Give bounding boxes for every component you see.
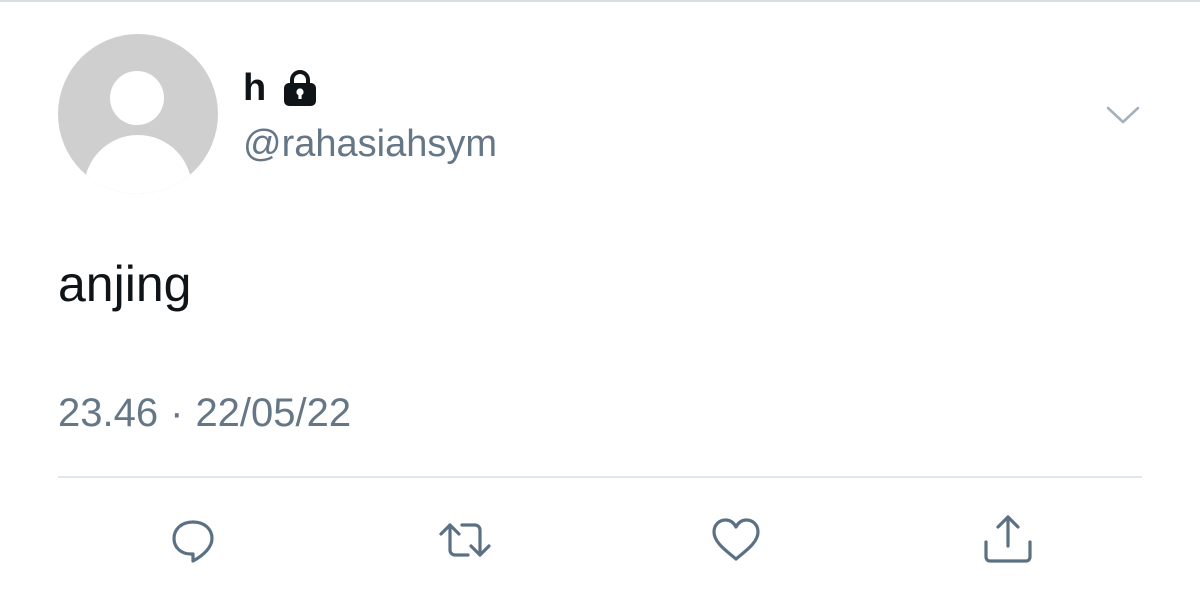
reply-button[interactable] (165, 512, 221, 568)
retweet-button[interactable] (437, 512, 493, 568)
avatar-head-shape (110, 71, 164, 125)
avatar-body-shape (84, 135, 192, 194)
tweet-text: anjing (58, 256, 192, 312)
reply-icon (172, 520, 214, 563)
lock-icon (280, 68, 320, 108)
share-button[interactable] (980, 512, 1036, 568)
tweet-time: 23.46 (58, 391, 159, 435)
retweet-icon (439, 523, 491, 557)
display-name[interactable]: h (243, 64, 266, 112)
like-icon (712, 518, 760, 561)
tweet-timestamp[interactable]: 23.46 · 22/05/22 (58, 388, 351, 438)
avatar[interactable] (58, 34, 218, 194)
meta-separator: · (170, 391, 184, 435)
action-divider (58, 476, 1142, 478)
author-name-row: h (243, 64, 320, 112)
share-icon (984, 515, 1032, 563)
author-handle[interactable]: @rahasiahsym (243, 120, 497, 168)
tweet-date: 22/05/22 (195, 391, 352, 435)
like-button[interactable] (708, 512, 764, 568)
top-divider (0, 0, 1200, 2)
chevron-down-icon[interactable] (1104, 100, 1142, 130)
